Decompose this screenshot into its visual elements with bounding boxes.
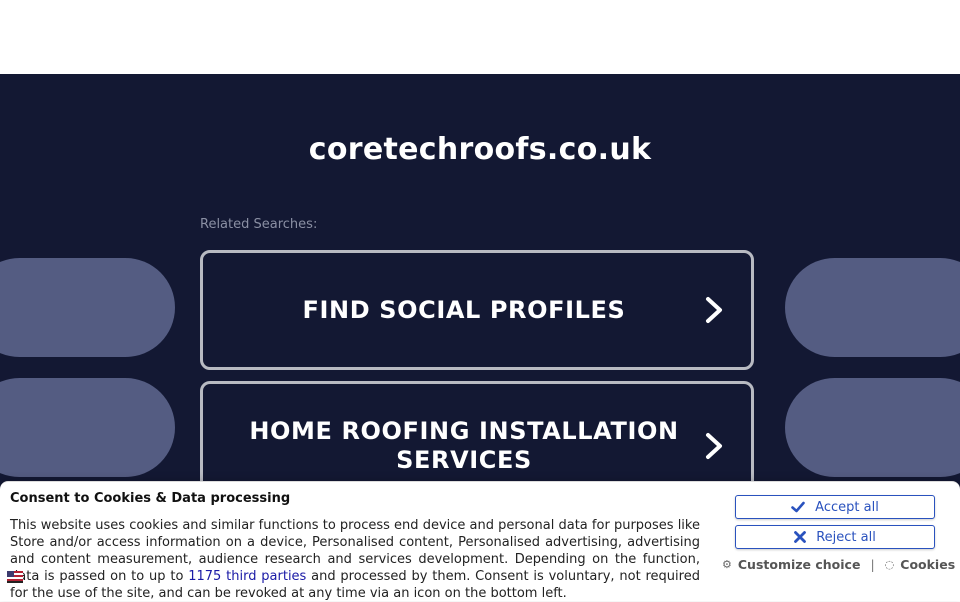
consent-description: This website uses cookies and similar fu… [10, 517, 700, 602]
accept-all-label: Accept all [815, 499, 879, 515]
decorative-pill-right-2 [785, 378, 960, 477]
cookies-link[interactable]: ◌ Cookies [885, 557, 955, 572]
decorative-pill-right-1 [785, 258, 960, 357]
check-icon [791, 501, 805, 513]
accept-all-button[interactable]: Accept all [735, 495, 935, 519]
chevron-right-icon [706, 433, 722, 459]
cookie-icon: ◌ [884, 558, 895, 571]
consent-links-row: ⚙ Customize choice | ◌ Cookies [722, 557, 955, 572]
close-icon [794, 531, 807, 543]
consent-title: Consent to Cookies & Data processing [10, 491, 291, 506]
site-title: coretechroofs.co.uk [308, 132, 652, 167]
decorative-pill-left-1 [0, 258, 175, 357]
chevron-right-icon [706, 297, 722, 323]
reject-all-button[interactable]: Reject all [735, 525, 935, 549]
cookie-consent-banner: Consent to Cookies & Data processing Thi… [0, 481, 960, 601]
link-separator: | [870, 557, 875, 572]
language-flag-icon[interactable] [7, 571, 23, 583]
decorative-pill-left-2 [0, 378, 175, 477]
customize-choice-link[interactable]: ⚙ Customize choice [722, 557, 860, 572]
customize-choice-label: Customize choice [737, 557, 861, 572]
related-searches-label: Related Searches: [200, 217, 318, 232]
third-parties-link[interactable]: 1175 third parties [188, 569, 306, 584]
related-search-label: HOME ROOFING INSTALLATION SERVICES [249, 417, 679, 474]
top-blank-area [0, 0, 960, 74]
gear-icon: ⚙ [722, 558, 732, 571]
cookies-label: Cookies [900, 557, 956, 572]
related-search-label: FIND SOCIAL PROFILES [302, 295, 626, 324]
related-search-link-find-social-profiles[interactable]: FIND SOCIAL PROFILES [200, 250, 754, 370]
reject-all-label: Reject all [816, 529, 876, 545]
